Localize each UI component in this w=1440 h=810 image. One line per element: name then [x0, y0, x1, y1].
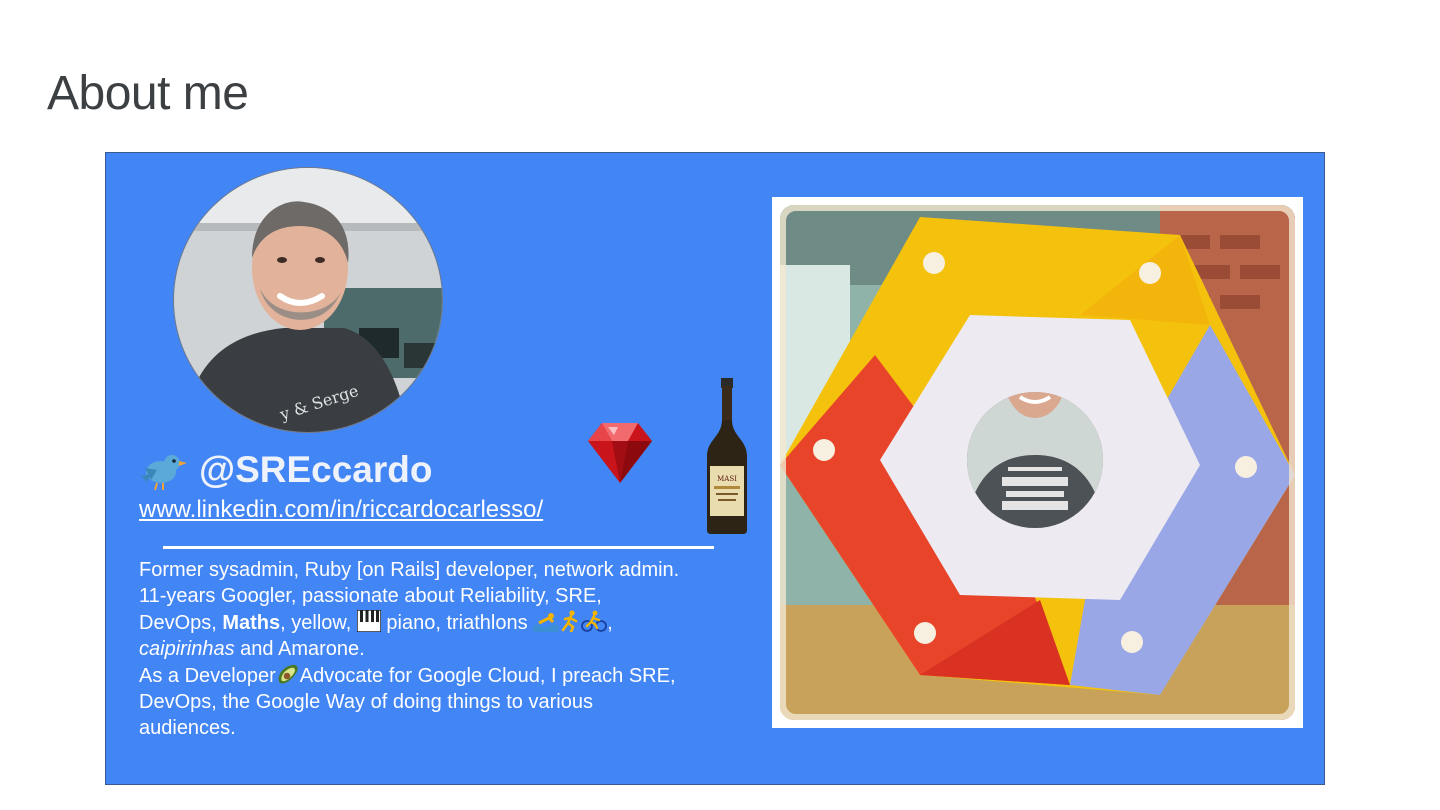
twitter-bird-icon — [141, 455, 187, 490]
bio-text-maths: Maths — [222, 611, 281, 634]
bio-line-4: caipirinhas and Amarone. — [139, 636, 749, 662]
bio-text-developer: As a Developer — [139, 664, 276, 687]
bio-text-piano: piano, triathlons — [380, 611, 534, 634]
bio-text-caipirinhas: caipirinhas — [139, 638, 235, 661]
twitter-handle-row: @SREccardo — [139, 449, 433, 491]
profile-card: y & Serge @SREccardo www.linkedin.com/in… — [105, 152, 1325, 785]
avocado-icon — [278, 664, 298, 684]
linkedin-link[interactable]: www.linkedin.com/in/riccardocarlesso/ — [139, 496, 543, 524]
bottle-label: MASI — [717, 475, 737, 483]
runner-icon — [561, 610, 578, 632]
twitter-handle[interactable]: @SREccardo — [199, 449, 433, 491]
bio-line-5: As a Developer Advocate for Google Cloud,… — [139, 663, 749, 689]
bio-line-7: audiences. — [139, 717, 236, 740]
bio-text-yellow: , yellow, — [280, 611, 357, 634]
ruby-gem-icon — [588, 423, 652, 483]
bio-text-amarone: and Amarone. — [234, 638, 365, 661]
cyclist-icon — [581, 610, 608, 632]
bio-text-comma: , — [607, 611, 613, 634]
bio-text: Former sysadmin, Ruby [on Rails] develop… — [139, 557, 749, 742]
wine-bottle-icon: MASI — [707, 378, 747, 534]
bio-text-advocate: Advocate for Google Cloud, I preach SRE, — [299, 664, 676, 687]
profile-avatar: y & Serge — [173, 167, 443, 433]
swimmer-icon — [533, 612, 560, 632]
bio-line-6: DevOps, the Google Way of doing things t… — [139, 691, 593, 714]
divider-line — [163, 546, 714, 549]
bio-line-2: 11-years Googler, passionate about Relia… — [139, 585, 602, 608]
bio-line-3: DevOps, Maths, yellow, piano, triathlons… — [139, 609, 749, 636]
bio-line-1: Former sysadmin, Ruby [on Rails] develop… — [139, 559, 680, 581]
slide-title: About me — [47, 67, 249, 120]
bio-text-devops: DevOps, — [139, 611, 223, 634]
piano-icon — [356, 609, 381, 632]
google-cloud-photo — [772, 197, 1303, 728]
